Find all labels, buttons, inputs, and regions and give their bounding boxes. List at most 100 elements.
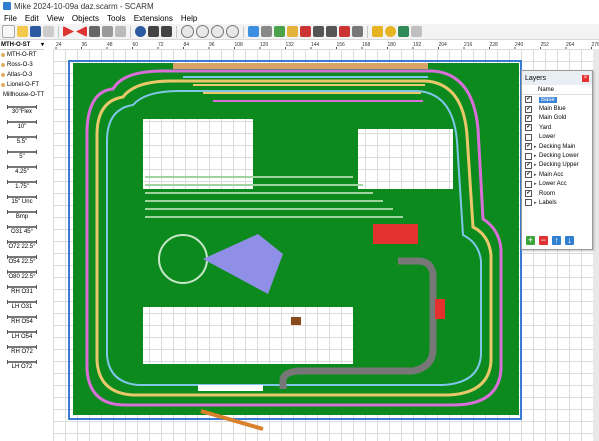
open-folder-icon[interactable] [17, 26, 28, 37]
part-bumper[interactable]: Bmp [0, 205, 44, 220]
part-straight[interactable]: 5.5" [0, 130, 44, 145]
grade-icon[interactable] [287, 26, 298, 37]
add-layer-button[interactable]: + [526, 236, 535, 245]
menu-objects[interactable]: Objects [68, 14, 103, 23]
layer-row[interactable]: Lower [522, 133, 592, 142]
print-icon[interactable] [43, 26, 54, 37]
library-selector-label: MTH-O-ST [1, 41, 31, 48]
view-2d-icon[interactable] [248, 26, 259, 37]
part-switch[interactable]: LH O72 [0, 355, 44, 370]
layer-visibility-checkbox[interactable] [525, 152, 532, 160]
layer-row[interactable]: ✔ Main Blue [522, 104, 592, 113]
part-curve[interactable]: O72 22.5° [0, 235, 44, 250]
layers-panel-header[interactable]: Layers × [522, 71, 592, 85]
layout-canvas[interactable] [53, 49, 599, 441]
undo-icon[interactable] [148, 26, 159, 37]
menu-view[interactable]: View [43, 14, 68, 23]
library-item[interactable]: Atlas-O-3 [0, 70, 44, 80]
redo-icon[interactable] [161, 26, 172, 37]
train-icon[interactable] [339, 26, 350, 37]
track-plan[interactable] [53, 49, 599, 441]
layer-row[interactable]: ▸ Decking Lower [522, 151, 592, 160]
save-icon[interactable] [30, 26, 41, 37]
layer-row[interactable]: ✔ ▸ Decking Main [522, 142, 592, 151]
part-flex-track[interactable]: 30"Flex [0, 100, 44, 115]
part-straight[interactable]: 4.25" [0, 160, 44, 175]
part-straight[interactable]: 1.75" [0, 175, 44, 190]
layer-visibility-checkbox[interactable] [525, 180, 532, 188]
signal-icon[interactable] [352, 26, 363, 37]
layer-visibility-checkbox[interactable]: ✔ [525, 171, 532, 179]
run-train-icon[interactable] [398, 26, 409, 37]
connect-icon[interactable] [326, 26, 337, 37]
zoom-window-icon[interactable] [226, 25, 239, 38]
cube-icon[interactable] [385, 26, 396, 37]
layer-visibility-checkbox[interactable] [525, 133, 532, 141]
menu-tools[interactable]: Tools [103, 14, 130, 23]
layer-row[interactable]: ✔ ▸ Decking Upper [522, 161, 592, 170]
layer-row[interactable]: ✔ ▸ Main Acc [522, 170, 592, 179]
layer-row[interactable]: ✔ Yard [522, 123, 592, 132]
library-item[interactable]: MTH-O-RT [0, 50, 44, 60]
part-switch[interactable]: RH O31 [0, 280, 44, 295]
paste-icon[interactable] [115, 26, 126, 37]
move-layer-up-button[interactable]: ↑ [552, 236, 561, 245]
layer-visibility-checkbox[interactable] [525, 199, 532, 207]
menu-file[interactable]: File [0, 14, 21, 23]
layer-row[interactable]: ✔ Room [522, 189, 592, 198]
layer-name: Main Acc [539, 171, 564, 178]
zoom-in-icon[interactable] [181, 25, 194, 38]
part-switch[interactable]: RH O54 [0, 310, 44, 325]
toolbar-separator [367, 25, 368, 38]
layer-visibility-checkbox[interactable]: ✔ [525, 161, 532, 169]
layer-visibility-checkbox[interactable]: ✔ [525, 143, 532, 151]
part-straight[interactable]: 5" [0, 145, 44, 160]
remove-layer-button[interactable]: − [539, 236, 548, 245]
block-icon[interactable] [372, 26, 383, 37]
menu-extensions[interactable]: Extensions [130, 14, 177, 23]
close-icon[interactable]: × [582, 74, 589, 82]
cut-icon[interactable] [89, 26, 100, 37]
part-uncoupler[interactable]: 15" Unc [0, 190, 44, 205]
part-switch[interactable]: LH O31 [0, 295, 44, 310]
library-selector[interactable]: MTH-O-ST ▾ [0, 40, 44, 50]
3d-view-icon[interactable] [411, 26, 422, 37]
rewind-icon[interactable] [76, 26, 87, 37]
ruler-tick-label: 276 [592, 42, 599, 48]
part-switch[interactable]: LH O54 [0, 325, 44, 340]
align-icon[interactable] [313, 26, 324, 37]
part-curve[interactable]: O31 45° [0, 220, 44, 235]
part-switch[interactable]: RH O72 [0, 340, 44, 355]
measure-icon[interactable] [261, 26, 272, 37]
flex-track-icon[interactable] [300, 26, 311, 37]
layer-row[interactable]: ✔ Base [522, 95, 592, 104]
rotate-icon[interactable] [135, 26, 146, 37]
library-item-label: Atlas-O-3 [7, 72, 33, 78]
layer-row[interactable]: ✔ Main Gold [522, 114, 592, 123]
library-item[interactable]: Ross-O-3 [0, 60, 44, 70]
library-item[interactable]: Lionel-O-FT [0, 80, 44, 90]
layer-visibility-checkbox[interactable]: ✔ [525, 96, 532, 104]
vertical-scrollbar[interactable] [593, 49, 599, 441]
layer-visibility-checkbox[interactable]: ✔ [525, 124, 532, 132]
layer-visibility-checkbox[interactable]: ✔ [525, 114, 532, 122]
ruler-tick-label: 24 [56, 42, 62, 48]
part-curve[interactable]: O54 22.5° [0, 250, 44, 265]
zoom-out-icon[interactable] [196, 25, 209, 38]
layer-row[interactable]: ▸ Labels [522, 198, 592, 207]
part-straight[interactable]: 10" [0, 115, 44, 130]
menu-edit[interactable]: Edit [21, 14, 43, 23]
play-icon[interactable] [63, 26, 74, 37]
new-file-icon[interactable] [2, 25, 15, 38]
ruler-tick-label: 228 [490, 42, 499, 48]
library-item[interactable]: Millhouse-O-TT [0, 90, 44, 100]
part-curve[interactable]: O80 22.5° [0, 265, 44, 280]
zoom-fit-icon[interactable] [211, 25, 224, 38]
move-layer-down-button[interactable]: ↓ [565, 236, 574, 245]
menu-help[interactable]: Help [177, 14, 201, 23]
height-icon[interactable] [274, 26, 285, 37]
layer-row[interactable]: ▸ Lower Acc [522, 180, 592, 189]
layer-visibility-checkbox[interactable]: ✔ [525, 105, 532, 113]
layer-visibility-checkbox[interactable]: ✔ [525, 190, 532, 198]
copy-icon[interactable] [102, 26, 113, 37]
